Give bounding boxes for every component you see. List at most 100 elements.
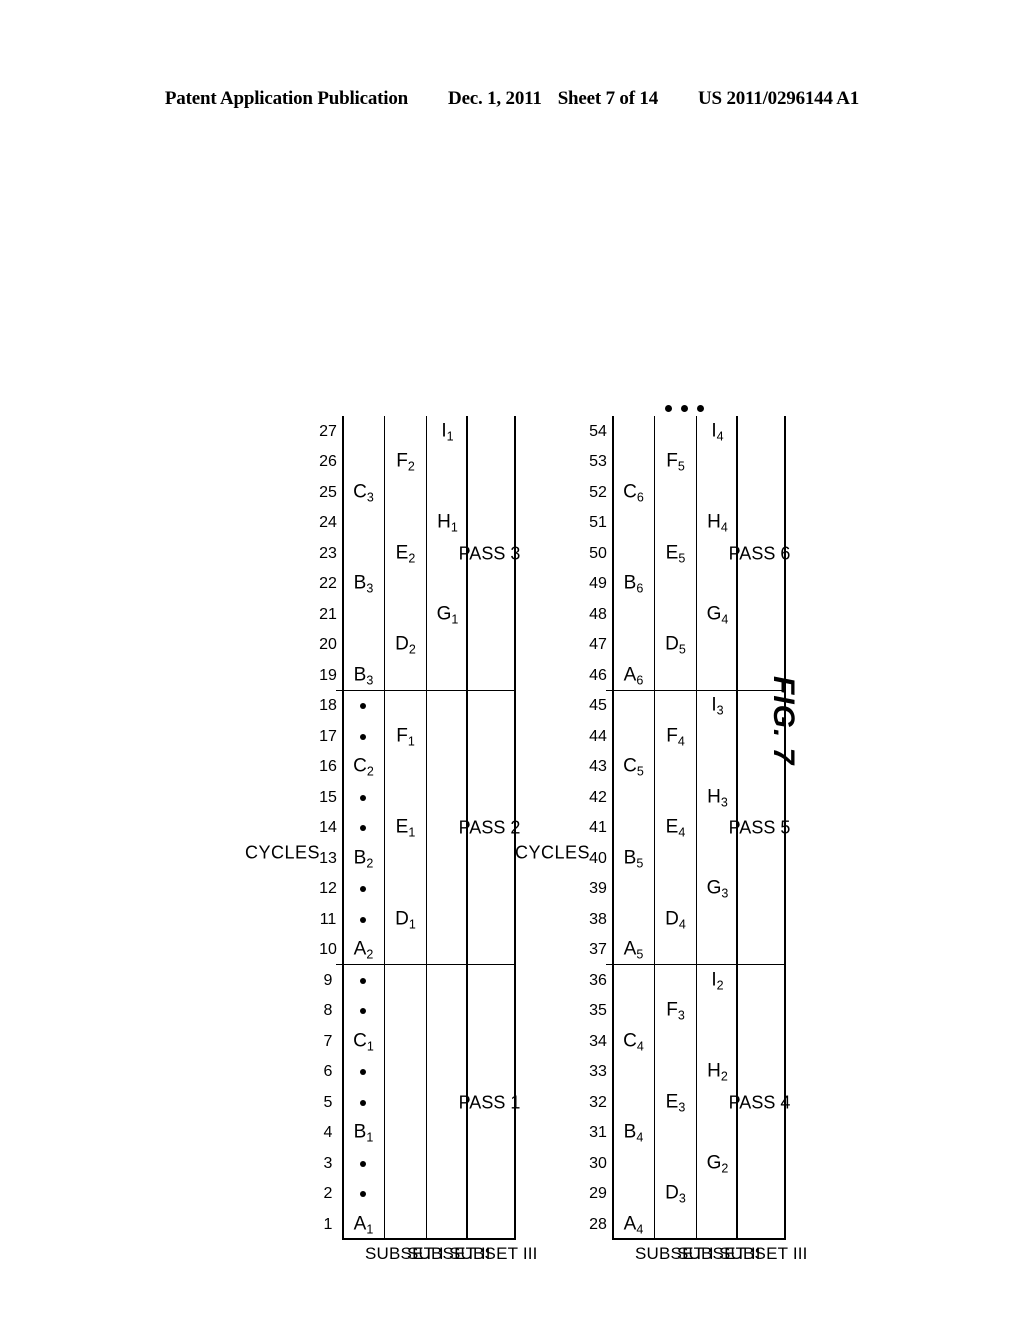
- publication-header: Patent Application Publication Dec. 1, 2…: [0, 88, 1024, 110]
- subset-cell-entry: A1: [353, 1213, 374, 1237]
- subset-cell-entry: A2: [353, 938, 374, 962]
- subset-cell-entry: E2: [395, 542, 416, 566]
- continuation-ellipsis: [664, 405, 713, 413]
- subset-cell-entry: E4: [665, 816, 686, 840]
- subset-cell-entry: C3: [353, 481, 374, 505]
- cycle-tick-label: 3: [323, 1154, 333, 1172]
- cycle-tick-label: 12: [319, 880, 337, 898]
- cycle-tick-label: 41: [589, 819, 607, 837]
- cycle-tick-label: 29: [589, 1185, 607, 1203]
- cycle-tick-label: 39: [589, 880, 607, 898]
- cycles-axis-title: CYCLES: [514, 842, 591, 863]
- document-number: US 2011/0296144 A1: [698, 88, 860, 109]
- pass-label: PASS 6: [728, 543, 791, 564]
- cycle-tick-label: 32: [589, 1093, 607, 1111]
- figure-canvas: 1 2 3 4 5 6 7 8 9 10 11 12 13 14 15 16 17 18 19 20 21 22 23 24 2…: [192, 220, 832, 1263]
- cycle-tick-label: 34: [589, 1032, 607, 1050]
- cycle-tick-label: 21: [319, 605, 337, 623]
- cycle-dot-marker: [360, 977, 366, 984]
- subset-cell-entry: B4: [623, 1121, 644, 1145]
- pass-label: PASS 1: [458, 1092, 521, 1113]
- subset-cell-entry: C6: [623, 481, 644, 505]
- cycle-tick-label: 35: [589, 1002, 607, 1020]
- cycle-tick-label: 27: [319, 422, 337, 440]
- cycle-tick-label: 8: [323, 1002, 333, 1020]
- subset-cell-entry: C2: [353, 755, 374, 779]
- cycle-tick-label: 19: [319, 666, 337, 684]
- cycle-tick-label: 46: [589, 666, 607, 684]
- pass-label: PASS 2: [458, 817, 521, 838]
- figure-caption: FIG. 7: [767, 676, 800, 766]
- cycle-tick-label: 38: [589, 910, 607, 928]
- cycle-tick-label: 37: [589, 941, 607, 959]
- cycle-tick-label: 9: [323, 971, 333, 989]
- cycle-tick-label: 2: [323, 1185, 333, 1203]
- cycle-tick-label: 7: [323, 1032, 333, 1050]
- cycle-tick-label: 42: [589, 788, 607, 806]
- subset-cell-entry: I4: [711, 420, 724, 444]
- cycle-tick-label: 47: [589, 636, 607, 654]
- cycle-tick-label: 44: [589, 727, 607, 745]
- cycle-axis: 28 29 30 31 32 33 34 35 36 37 38 39 40 41 42 43 44 45 46 47…: [586, 417, 610, 1241]
- subset-cell-entry: G1: [436, 603, 459, 627]
- cycle-tick-label: 26: [319, 453, 337, 471]
- cycle-tick-label: 52: [589, 483, 607, 501]
- cycle-tick-label: 6: [323, 1063, 333, 1081]
- subset-cell-entry: B6: [623, 572, 644, 596]
- cycle-tick-label: 43: [589, 758, 607, 776]
- cycle-tick-label: 24: [319, 514, 337, 532]
- cycle-dot-marker: [360, 1099, 366, 1106]
- cycle-dot-marker: [360, 1160, 366, 1167]
- cycle-tick-label: 50: [589, 544, 607, 562]
- subset-cell-entry: B3: [353, 572, 374, 596]
- cycle-tick-label: 5: [323, 1093, 333, 1111]
- cycle-dot-marker: [360, 916, 366, 923]
- subset-cell-entry: C4: [623, 1030, 644, 1054]
- publication-label: Patent Application Publication: [164, 88, 409, 109]
- cycle-tick-label: 11: [319, 910, 337, 928]
- cycle-tick-label: 4: [323, 1124, 333, 1142]
- subset-cell-entry: G4: [706, 603, 729, 627]
- pass-label: PASS 4: [728, 1092, 791, 1113]
- cycle-tick-label: 51: [589, 514, 607, 532]
- cycle-axis: 1 2 3 4 5 6 7 8 9 10 11 12 13 14 15 16 17 18 19 20 21 22 23 24 2…: [316, 417, 340, 1241]
- cycle-tick-label: 23: [319, 544, 337, 562]
- cycle-tick-label: 22: [319, 575, 337, 593]
- cycle-tick-label: 49: [589, 575, 607, 593]
- subset-cell-entry: F1: [396, 725, 415, 749]
- subset-row-label: SUBSET III: [449, 1244, 538, 1263]
- subset-cell-entry: I3: [711, 694, 724, 718]
- cycle-tick-label: 17: [319, 727, 337, 745]
- subset-cell-entry: B1: [353, 1121, 374, 1145]
- subset-cell-entry: E5: [665, 542, 686, 566]
- cycle-tick-label: 33: [589, 1063, 607, 1081]
- subset-cell-entry: G2: [706, 1152, 729, 1176]
- subset-cell-entry: B3: [353, 664, 374, 688]
- subset-cell-entry: H4: [707, 511, 728, 535]
- pass-label: PASS 5: [728, 817, 791, 838]
- subset-cell-entry: A6: [623, 664, 644, 688]
- cycle-tick-label: 31: [589, 1124, 607, 1142]
- subset-cell-entry: D2: [395, 633, 416, 657]
- subset-cell-entry: D1: [395, 908, 416, 932]
- subset-cell-entry: H2: [707, 1060, 728, 1084]
- sheet-number: Sheet 7 of 14: [557, 88, 659, 109]
- subset-cell-entry: I1: [441, 420, 454, 444]
- cycle-tick-label: 20: [319, 636, 337, 654]
- cycle-tick-label: 45: [589, 697, 607, 715]
- subset-cell-entry: E3: [665, 1091, 686, 1115]
- subset-cell-entry: G3: [706, 877, 729, 901]
- cycle-dot-marker: [360, 794, 366, 801]
- cycle-tick-label: 54: [589, 422, 607, 440]
- subset-cell-entry: H3: [707, 786, 728, 810]
- cycle-tick-label: 15: [319, 788, 337, 806]
- subset-cell-entry: H1: [437, 511, 458, 535]
- subset-cell-entry: B2: [353, 847, 374, 871]
- publication-date: Dec. 1, 2011: [448, 88, 542, 109]
- cycle-tick-label: 1: [323, 1215, 333, 1233]
- cycle-dot-marker: [360, 733, 366, 740]
- cycle-tick-label: 14: [319, 819, 337, 837]
- subset-cell-entry: A5: [623, 938, 644, 962]
- subset-cell-entry: D4: [665, 908, 686, 932]
- subset-cell-entry: I2: [711, 969, 724, 993]
